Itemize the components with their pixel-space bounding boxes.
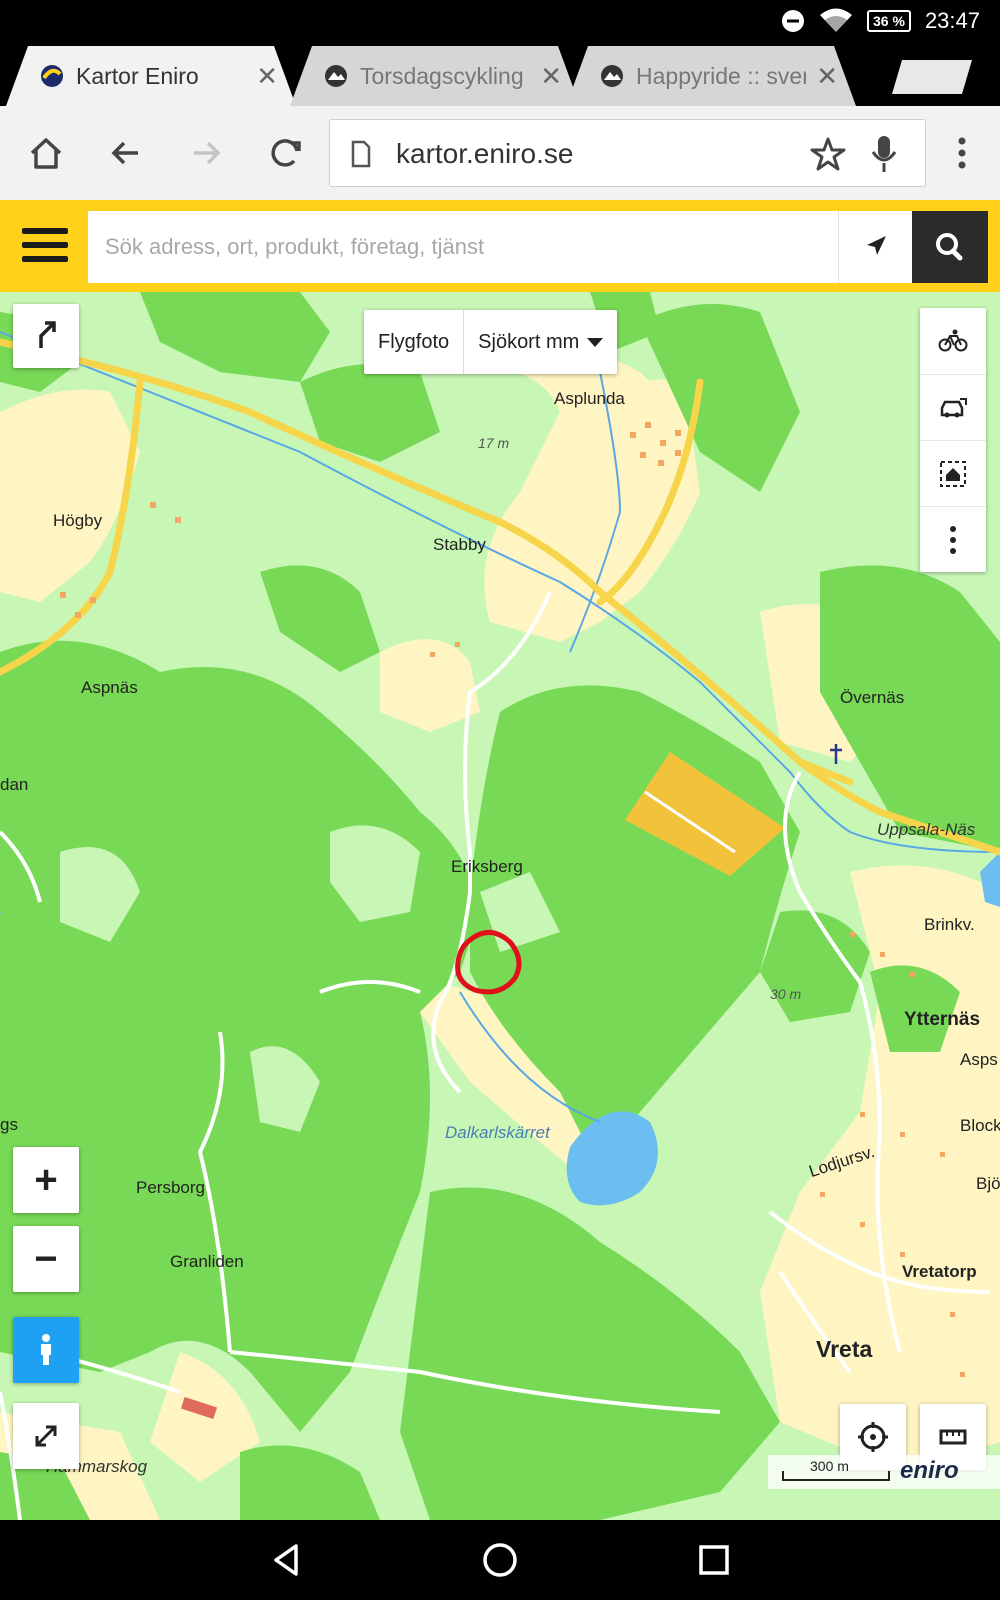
back-arrow-icon[interactable] xyxy=(104,131,148,175)
fullscreen-button[interactable] xyxy=(13,1403,79,1469)
place-label: Eriksberg xyxy=(451,857,523,876)
my-location-button[interactable] xyxy=(838,211,912,283)
traffic-layer-button[interactable] xyxy=(920,374,986,440)
url-text: kartor.eniro.se xyxy=(396,138,574,169)
search-input[interactable] xyxy=(88,211,838,283)
place-label: Övernäs xyxy=(840,688,905,707)
expand-icon xyxy=(35,1425,57,1447)
place-label: Brinkv. xyxy=(924,915,975,934)
caret-down-icon xyxy=(587,337,604,347)
map-tools-stack xyxy=(920,308,986,572)
tab-torsdagscykling[interactable]: Torsdagscykling ✕ xyxy=(290,46,580,106)
microphone-icon[interactable] xyxy=(870,134,898,174)
place-label: Högby xyxy=(53,511,103,530)
place-label: Vreta xyxy=(816,1336,873,1362)
new-tab-button[interactable] xyxy=(892,60,972,94)
page-icon xyxy=(351,140,371,168)
sea-chart-label: Sjökort mm xyxy=(478,330,580,353)
close-tab-icon[interactable]: ✕ xyxy=(816,61,838,92)
search-icon xyxy=(936,233,963,261)
place-label: Uppsala-Näs xyxy=(877,820,976,839)
directions-button[interactable] xyxy=(13,304,79,368)
tab-kartor-eniro[interactable]: Kartor Eniro ✕ xyxy=(6,46,296,106)
eniro-search-bar xyxy=(0,200,1000,292)
android-nav-bar xyxy=(0,1520,1000,1600)
tab-title: Kartor Eniro xyxy=(76,62,199,89)
wifi-icon xyxy=(820,8,853,32)
back-triangle-icon[interactable] xyxy=(266,1538,310,1582)
eniro-favicon-icon xyxy=(40,64,64,88)
recents-square-icon[interactable] xyxy=(692,1538,736,1582)
bicycle-layer-button[interactable] xyxy=(920,308,986,374)
reload-icon[interactable] xyxy=(264,131,308,175)
elevation-label: 30 m xyxy=(770,986,802,1002)
happyride-favicon-icon xyxy=(324,64,348,88)
house-icon xyxy=(940,460,966,487)
elevation-label: 17 m xyxy=(478,435,510,451)
lake-label: Dalkarlskärret xyxy=(445,1123,550,1142)
place-label: Asps xyxy=(960,1050,998,1069)
place-label: Bjö xyxy=(976,1174,1000,1193)
close-tab-icon[interactable]: ✕ xyxy=(540,61,562,92)
map-layer-switch: Flygfoto Sjökort mm xyxy=(364,310,618,374)
place-label: Ytternäs xyxy=(904,1009,981,1030)
place-label: gs xyxy=(0,1115,18,1134)
place-label: Block xyxy=(960,1116,1000,1135)
tab-strip: Kartor Eniro ✕ Torsdagscykling ✕ Happyri… xyxy=(0,42,1000,106)
tab-title: Happyride :: sver xyxy=(636,62,807,89)
bookmark-star-icon[interactable] xyxy=(810,136,846,172)
overflow-menu-icon[interactable] xyxy=(940,131,984,175)
home-circle-icon[interactable] xyxy=(478,1538,522,1582)
tab-title: Torsdagscykling xyxy=(360,62,524,89)
car-icon xyxy=(940,397,967,417)
address-bar[interactable]: kartor.eniro.se xyxy=(329,119,926,187)
hamburger-menu-icon[interactable] xyxy=(22,228,68,266)
place-label: Granliden xyxy=(170,1252,244,1271)
forward-arrow-icon[interactable] xyxy=(184,131,228,175)
close-tab-icon[interactable]: ✕ xyxy=(256,61,278,92)
place-label: dan xyxy=(0,775,29,794)
place-label: Aspnäs xyxy=(81,678,138,697)
map-scale: 300 m eniro xyxy=(768,1455,1000,1489)
zoom-in-button[interactable]: + xyxy=(13,1147,79,1213)
more-options-button[interactable] xyxy=(920,506,986,572)
place-label: Vretatorp xyxy=(902,1262,977,1281)
eniro-logo: eniro xyxy=(900,1457,959,1484)
zoom-out-button[interactable]: − xyxy=(13,1226,79,1292)
aerial-photo-button[interactable]: Flygfoto xyxy=(364,310,463,374)
happyride-favicon-icon xyxy=(600,64,624,88)
browser-toolbar: kartor.eniro.se xyxy=(0,106,1000,200)
place-label: Stabby xyxy=(433,535,486,554)
map-canvas[interactable]: Asplunda Högby Stabby Aspnäs Övernäs dan… xyxy=(0,292,1000,1520)
battery-indicator: 36 % xyxy=(867,10,911,32)
person-icon xyxy=(41,1334,51,1365)
vertical-dots-icon xyxy=(950,525,956,554)
clock: 23:47 xyxy=(924,8,980,33)
real-estate-layer-button[interactable] xyxy=(920,440,986,506)
home-icon[interactable] xyxy=(24,131,68,175)
status-icons: 36 % 23:47 xyxy=(781,6,980,36)
street-view-button[interactable] xyxy=(13,1317,79,1383)
sea-chart-dropdown[interactable]: Sjökort mm xyxy=(463,310,617,374)
place-label: Asplunda xyxy=(554,389,625,408)
scale-label: 300 m xyxy=(810,1458,849,1474)
place-label: Persborg xyxy=(136,1178,205,1197)
do-not-disturb-icon xyxy=(782,10,805,32)
bicycle-icon xyxy=(938,329,968,352)
tab-happyride[interactable]: Happyride :: sver ✕ xyxy=(566,46,856,106)
search-button[interactable] xyxy=(912,211,988,283)
navigation-arrow-icon xyxy=(867,236,886,255)
directions-icon xyxy=(39,321,56,348)
status-bar: 36 % 23:47 xyxy=(0,0,1000,42)
